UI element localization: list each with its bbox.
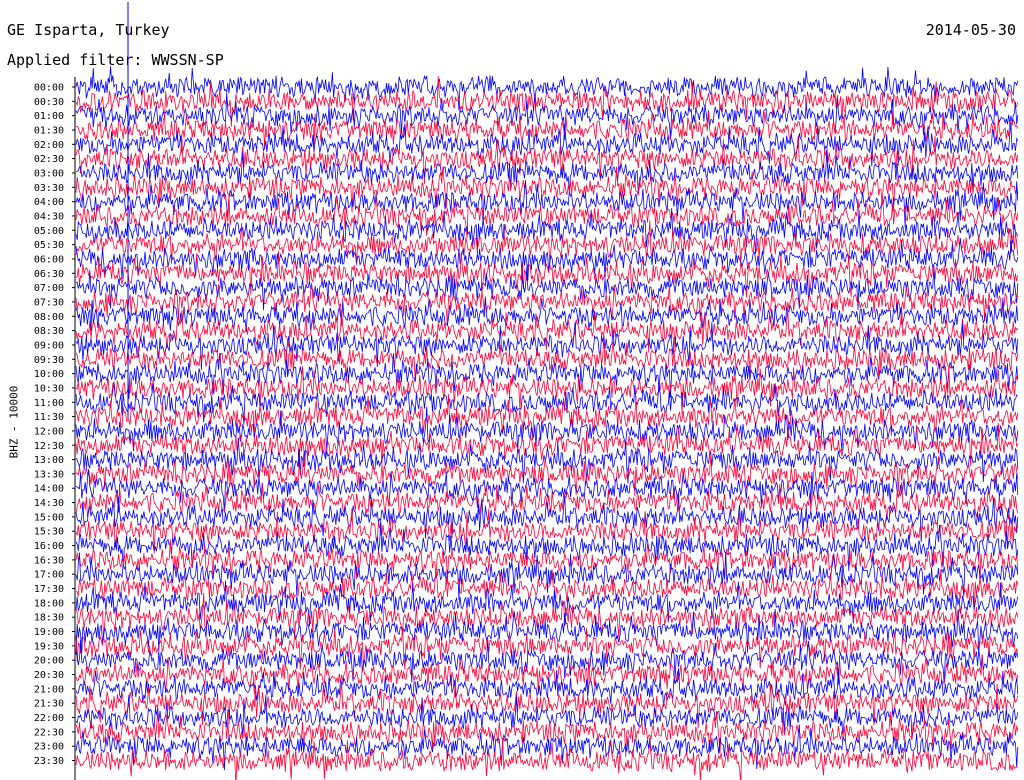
row-time-label: 20:00 (34, 656, 64, 667)
row-time-label: 16:00 (34, 541, 64, 552)
seismic-trace (75, 134, 1019, 184)
row-time-label: 15:00 (34, 512, 64, 523)
row-time-label: 13:00 (34, 455, 64, 466)
seismic-trace (75, 422, 1019, 469)
seismic-trace (75, 382, 1018, 425)
seismic-trace (75, 122, 1019, 167)
row-time-label: 23:00 (34, 742, 64, 753)
row-time-label: 12:30 (34, 441, 64, 452)
row-time-label: 10:00 (34, 369, 64, 380)
row-time-label: 04:30 (34, 211, 64, 222)
row-time-label: 11:30 (34, 412, 64, 423)
row-time-label: 07:30 (34, 297, 64, 308)
row-time-label: 09:00 (34, 340, 64, 351)
helicorder-plot: 00:00 00:30 01:00 01:30 02:00 02:30 03:00 03:30… (34, 2, 1019, 780)
row-time-label: 09:30 (34, 355, 64, 366)
row-time-label: 06:30 (34, 269, 64, 280)
row-time-label: 03:00 (34, 168, 64, 179)
row-time-label: 05:30 (34, 240, 64, 251)
seismic-trace (75, 453, 1019, 497)
row-time-label: 08:00 (34, 312, 64, 323)
row-time-label: 21:00 (34, 684, 64, 695)
row-time-label: 02:00 (34, 140, 64, 151)
row-time-label: 13:30 (34, 469, 64, 480)
row-time-label: 00:00 (34, 83, 64, 94)
seismic-trace (75, 267, 1019, 311)
seismic-trace (75, 166, 1019, 213)
row-time-label: 02:30 (34, 154, 64, 165)
row-time-label: 21:30 (34, 699, 64, 710)
row-time-label: 17:30 (34, 584, 64, 595)
row-time-label: 14:00 (34, 484, 64, 495)
row-time-label: 03:30 (34, 183, 64, 194)
row-time-label: 17:00 (34, 570, 64, 581)
seismic-trace (75, 297, 1019, 332)
row-time-label: 01:30 (34, 125, 64, 136)
row-time-label: 18:30 (34, 613, 64, 624)
row-time-label: 07:00 (34, 283, 64, 294)
row-time-label: 16:30 (34, 555, 64, 566)
row-time-label: 18:00 (34, 598, 64, 609)
row-time-label: 08:30 (34, 326, 64, 337)
row-time-label: 11:00 (34, 398, 64, 409)
row-time-label: 23:30 (34, 756, 64, 767)
row-time-label: 01:00 (34, 111, 64, 122)
row-time-label: 05:00 (34, 226, 64, 237)
seismic-trace (75, 111, 1019, 150)
row-time-label: 15:30 (34, 527, 64, 538)
seismic-trace (75, 75, 1019, 127)
row-time-label: 04:00 (34, 197, 64, 208)
seismic-trace (75, 250, 1019, 298)
row-time-label: 19:30 (34, 641, 64, 652)
row-time-label: 22:30 (34, 727, 64, 738)
row-time-label: 10:30 (34, 383, 64, 394)
row-time-label: 20:30 (34, 670, 64, 681)
row-time-label: 14:30 (34, 498, 64, 509)
row-time-label: 12:00 (34, 426, 64, 437)
row-time-label: 19:00 (34, 627, 64, 638)
row-time-label: 22:00 (34, 713, 64, 724)
row-time-label: 06:00 (34, 254, 64, 265)
row-time-label: 00:30 (34, 97, 64, 108)
seismic-trace (75, 521, 1019, 571)
